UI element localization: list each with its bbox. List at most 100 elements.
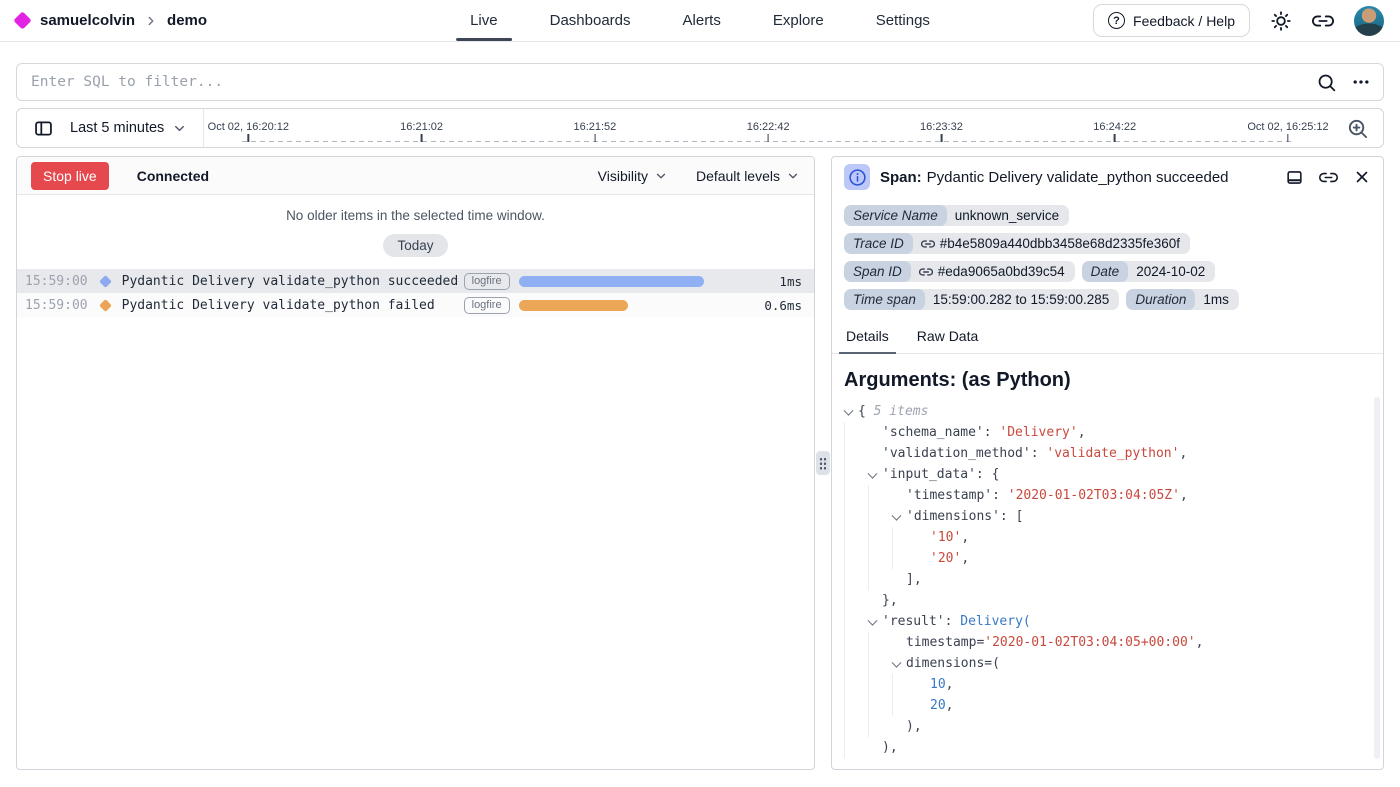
zoom-in-icon[interactable] (1332, 117, 1383, 140)
toggle-sidebar-icon[interactable] (33, 118, 54, 139)
nav-tab-live[interactable]: Live (470, 0, 498, 41)
indent-guide (844, 737, 868, 758)
attribute-pill-time-span[interactable]: Time span 15:59:00.282 to 15:59:00.285 (844, 289, 1119, 310)
nav-tab-dashboards[interactable]: Dashboards (550, 0, 631, 41)
attribute-label: Trace ID (844, 233, 913, 254)
code-token: 10 (930, 677, 946, 692)
scope-tag: logfire (464, 273, 510, 290)
nav-tab-explore[interactable]: Explore (773, 0, 824, 41)
span-attributes: Service Name unknown_service Trace ID #b… (832, 197, 1383, 316)
indent-guide (868, 653, 892, 674)
sql-filter-bar (16, 63, 1384, 101)
attribute-value-wrap: #b4e5809a440dbb3458e68d2335fe360f (913, 233, 1190, 254)
collapse-caret-icon[interactable] (892, 506, 906, 527)
indent-guide (892, 695, 916, 716)
attribute-value: unknown_service (955, 208, 1059, 223)
timeline[interactable]: Oct 02, 16:20:12 16:21:02 16:21:52 16:22… (214, 109, 1322, 147)
timeline-tick-label: Oct 02, 16:20:12 (208, 121, 289, 133)
attribute-pill-service-name[interactable]: Service Name unknown_service (844, 205, 1069, 226)
share-link-button[interactable] (1312, 10, 1334, 32)
detail-tab-details[interactable]: Details (846, 328, 889, 353)
nav-tab-settings[interactable]: Settings (876, 0, 930, 41)
caret-spacer (916, 548, 930, 569)
indent-guide (844, 653, 868, 674)
nav-tab-label: Settings (876, 12, 930, 29)
time-range-controls: Last 5 minutes (17, 109, 204, 147)
code-token: ), (906, 719, 922, 734)
attribute-value-wrap: 15:59:00.282 to 15:59:00.285 (925, 289, 1119, 310)
duration-value: 1ms (754, 274, 802, 289)
user-avatar[interactable] (1354, 6, 1384, 36)
breadcrumb-org[interactable]: samuelcolvin (40, 12, 135, 29)
nav-tab-label: Live (470, 12, 498, 29)
breadcrumb-project[interactable]: demo (167, 12, 207, 29)
collapse-caret-icon[interactable] (892, 653, 906, 674)
code-block: { 5 items'schema_name': 'Delivery','vali… (832, 399, 1383, 758)
attribute-value-wrap: 1ms (1195, 289, 1239, 310)
default-levels-dropdown[interactable]: Default levels (696, 168, 800, 184)
code-token: : { (976, 467, 999, 482)
more-options-icon[interactable] (1351, 72, 1371, 92)
code-token: : (1031, 446, 1047, 461)
date-chip: Today (383, 234, 447, 257)
feedback-help-label: Feedback / Help (1133, 13, 1235, 29)
theme-toggle-button[interactable] (1270, 10, 1292, 32)
nav-tab-alerts[interactable]: Alerts (683, 0, 721, 41)
attribute-pill-date[interactable]: Date 2024-10-02 (1082, 261, 1216, 282)
duration-bar-track (519, 300, 742, 311)
collapse-caret-icon[interactable] (844, 401, 858, 422)
sql-filter-input[interactable] (31, 74, 1302, 90)
timeline-tick: Oct 02, 16:20:12 (208, 121, 289, 142)
time-range-label: Last 5 minutes (70, 120, 164, 136)
log-row[interactable]: 15:59:00 Pydantic Delivery validate_pyth… (17, 293, 814, 317)
sun-icon (1270, 10, 1292, 32)
code-token: ], (906, 572, 922, 587)
nav-tab-label: Dashboards (550, 12, 631, 29)
indent-guide (892, 674, 916, 695)
attribute-pill-trace-id[interactable]: Trace ID #b4e5809a440dbb3458e68d2335fe36… (844, 233, 1190, 254)
timeline-tick-label: Oct 02, 16:25:12 (1247, 121, 1328, 133)
code-token: , (1180, 488, 1188, 503)
indent-guide (844, 611, 868, 632)
code-line: ], (844, 569, 1371, 590)
logfire-logo-icon[interactable] (13, 11, 31, 29)
attribute-pill-span-id[interactable]: Span ID #eda9065a0bd39c54 (844, 261, 1075, 282)
code-line: dimensions=( (844, 653, 1371, 674)
code-token: 'validate_python' (1046, 446, 1179, 461)
stop-live-button[interactable]: Stop live (31, 162, 109, 190)
breadcrumb: samuelcolvin demo (16, 12, 207, 29)
code-line: 'schema_name': 'Delivery', (844, 422, 1371, 443)
indent-guide (892, 548, 916, 569)
arguments-heading: Arguments: (as Python) (832, 354, 1383, 399)
detail-tab-label: Raw Data (917, 328, 978, 344)
timeline-tick: Oct 02, 16:25:12 (1247, 121, 1328, 142)
code-token: }, (882, 593, 898, 608)
visibility-dropdown[interactable]: Visibility (598, 168, 668, 184)
copy-link-icon[interactable] (1319, 168, 1338, 187)
collapse-caret-icon[interactable] (868, 611, 882, 632)
attribute-pill-duration[interactable]: Duration 1ms (1126, 289, 1239, 310)
code-token: '10' (930, 530, 961, 545)
live-feed-panel: Stop live Connected Visibility Default l… (16, 156, 815, 770)
code-token: , (946, 677, 954, 692)
close-icon[interactable] (1353, 168, 1371, 186)
search-icon[interactable] (1316, 72, 1337, 93)
log-row[interactable]: 15:59:00 Pydantic Delivery validate_pyth… (17, 269, 814, 293)
detail-tab-raw-data[interactable]: Raw Data (917, 328, 978, 353)
scope-tag: logfire (464, 297, 510, 314)
level-diamond-icon (99, 299, 112, 312)
indent-guide (844, 590, 868, 611)
scrollbar[interactable] (1374, 397, 1380, 759)
resize-grip[interactable] (816, 451, 830, 475)
dock-panel-icon[interactable] (1285, 168, 1304, 187)
collapse-caret-icon[interactable] (868, 464, 882, 485)
detail-tab-label: Details (846, 328, 889, 344)
indent-guide (844, 716, 868, 737)
feedback-help-button[interactable]: ? Feedback / Help (1093, 4, 1250, 37)
code-token: , (1196, 635, 1204, 650)
duration-bar-track (519, 276, 742, 287)
link-icon (921, 237, 935, 251)
log-message: Pydantic Delivery validate_python failed (122, 298, 464, 313)
indent-guide (868, 695, 892, 716)
time-range-select[interactable]: Last 5 minutes (70, 120, 187, 136)
